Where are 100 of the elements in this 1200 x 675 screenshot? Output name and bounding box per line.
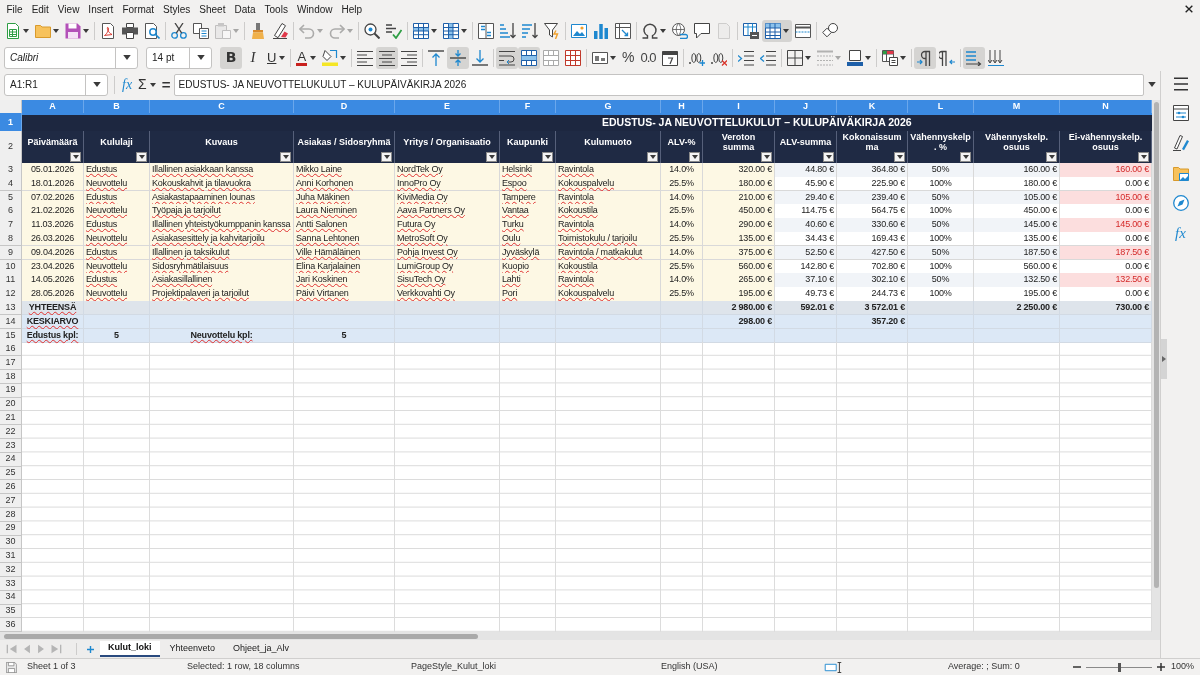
select-all-corner[interactable]: [0, 100, 22, 115]
row-header[interactable]: 36: [0, 618, 22, 632]
number-format-button[interactable]: 0.0: [637, 46, 659, 69]
language[interactable]: English (USA): [661, 660, 718, 674]
zoom-level[interactable]: 100%: [1171, 660, 1195, 674]
print-button[interactable]: [119, 20, 141, 42]
row-header[interactable]: 3: [0, 163, 22, 178]
column-button[interactable]: [440, 20, 470, 42]
percent-format-button[interactable]: %: [619, 46, 638, 69]
horizontal-scrollbar[interactable]: [0, 632, 1160, 640]
column-header[interactable]: G: [556, 100, 661, 115]
column-header[interactable]: I: [703, 100, 775, 115]
menu-item[interactable]: Styles: [158, 0, 195, 18]
navigator-icon[interactable]: [1172, 195, 1189, 211]
row-header[interactable]: 6: [0, 204, 22, 219]
menu-item[interactable]: Format: [117, 0, 159, 18]
filter-dropdown-button[interactable]: [542, 152, 553, 162]
row-header[interactable]: 16: [0, 342, 22, 357]
menu-item[interactable]: Insert: [83, 0, 118, 18]
column-header[interactable]: D: [294, 100, 395, 115]
row-header[interactable]: 2: [0, 131, 22, 164]
filter-dropdown-button[interactable]: [647, 152, 658, 162]
selection-mode-icon[interactable]: [824, 661, 842, 673]
row-header[interactable]: 11: [0, 273, 22, 288]
column-header[interactable]: L: [908, 100, 974, 115]
column-header[interactable]: M: [974, 100, 1060, 115]
column-header[interactable]: K: [837, 100, 908, 115]
sort-button[interactable]: [475, 20, 497, 42]
name-box-field[interactable]: A1:R1: [4, 73, 108, 96]
menu-item[interactable]: Data: [229, 0, 261, 18]
filter-dropdown-button[interactable]: [1138, 152, 1149, 162]
properties-icon[interactable]: [1172, 105, 1189, 121]
print-area-button[interactable]: [740, 20, 762, 42]
filter-dropdown-button[interactable]: [894, 152, 905, 162]
filter-dropdown-button[interactable]: [136, 152, 147, 162]
column-header[interactable]: E: [395, 100, 500, 115]
filter-dropdown-button[interactable]: [381, 152, 392, 162]
align-middle-button[interactable]: [447, 46, 470, 69]
formula-input-field[interactable]: EDUSTUS- JA NEUVOTTELUKULUT – KULUPÄIVÄKIRJA 2026: [173, 73, 1144, 96]
align-center-button[interactable]: [376, 46, 399, 69]
merge-center-button[interactable]: [518, 46, 541, 69]
filter-dropdown-button[interactable]: [689, 152, 700, 162]
row-header[interactable]: 7: [0, 218, 22, 233]
zoom-in-icon[interactable]: [1157, 663, 1165, 671]
column-header[interactable]: F: [500, 100, 556, 115]
underline-button[interactable]: U: [264, 46, 289, 69]
row-header[interactable]: 31: [0, 549, 22, 564]
row-header[interactable]: 21: [0, 411, 22, 426]
menu-item[interactable]: Tools: [260, 0, 293, 18]
scroll-thumb[interactable]: [4, 633, 478, 639]
font-size-field[interactable]: 14 pt: [146, 46, 212, 69]
formula-button[interactable]: =: [158, 73, 174, 96]
row-button[interactable]: [410, 20, 440, 42]
vertical-scrollbar[interactable]: [1152, 100, 1160, 632]
menu-item[interactable]: File: [2, 0, 28, 18]
menu-item[interactable]: View: [53, 0, 84, 18]
close-icon[interactable]: [1185, 5, 1193, 13]
sidebar-collapse-button[interactable]: [1161, 339, 1167, 379]
column-header[interactable]: A: [22, 100, 84, 115]
scroll-thumb[interactable]: [1153, 102, 1159, 588]
filter-dropdown-button[interactable]: [280, 152, 291, 162]
zoom-slider-thumb[interactable]: [1117, 662, 1121, 672]
column-header[interactable]: H: [661, 100, 703, 115]
paragraph-ltr-button[interactable]: [913, 46, 936, 69]
brush-icon[interactable]: [1172, 135, 1189, 151]
filter-dropdown-button[interactable]: [70, 152, 81, 162]
row-header[interactable]: 22: [0, 425, 22, 439]
italic-button[interactable]: I: [242, 46, 264, 69]
menu-item[interactable]: Sheet: [194, 0, 230, 18]
row-header[interactable]: 32: [0, 563, 22, 577]
row-header[interactable]: 1: [0, 113, 22, 133]
freeze-button[interactable]: [762, 20, 792, 42]
hyperlink-button[interactable]: [669, 20, 691, 42]
sum-button[interactable]: Σ: [135, 73, 159, 96]
row-header[interactable]: 27: [0, 494, 22, 508]
row-header[interactable]: 12: [0, 287, 22, 302]
plus-icon[interactable]: [87, 645, 94, 653]
filter-dropdown-button[interactable]: [761, 152, 772, 162]
wrap-text-button[interactable]: [496, 46, 519, 69]
filter-dropdown-button[interactable]: [823, 152, 834, 162]
sheet-tab[interactable]: Kulut_loki: [100, 641, 160, 657]
menu-item[interactable]: Window: [292, 0, 337, 18]
sheet-tab[interactable]: Yhteenveto: [161, 641, 224, 657]
column-header[interactable]: N: [1060, 100, 1152, 115]
column-header[interactable]: B: [84, 100, 150, 115]
find-replace-button[interactable]: [361, 20, 383, 42]
row-header[interactable]: 17: [0, 356, 22, 370]
pivot-table-button[interactable]: [612, 20, 634, 42]
filter-dropdown-button[interactable]: [960, 152, 971, 162]
gallery-icon[interactable]: [1172, 165, 1189, 181]
copy-button[interactable]: [190, 20, 212, 42]
cut-button[interactable]: [168, 20, 190, 42]
column-header[interactable]: C: [150, 100, 294, 115]
sheet-tab[interactable]: Ohjeet_ja_Alv: [225, 641, 298, 657]
zoom-slider[interactable]: [1086, 662, 1152, 672]
menu-item[interactable]: Help: [337, 0, 367, 18]
menu-icon[interactable]: [1173, 77, 1188, 91]
menu-item[interactable]: Edit: [27, 0, 54, 18]
font-color-button[interactable]: A: [293, 46, 320, 69]
bold-button[interactable]: B: [220, 46, 242, 69]
